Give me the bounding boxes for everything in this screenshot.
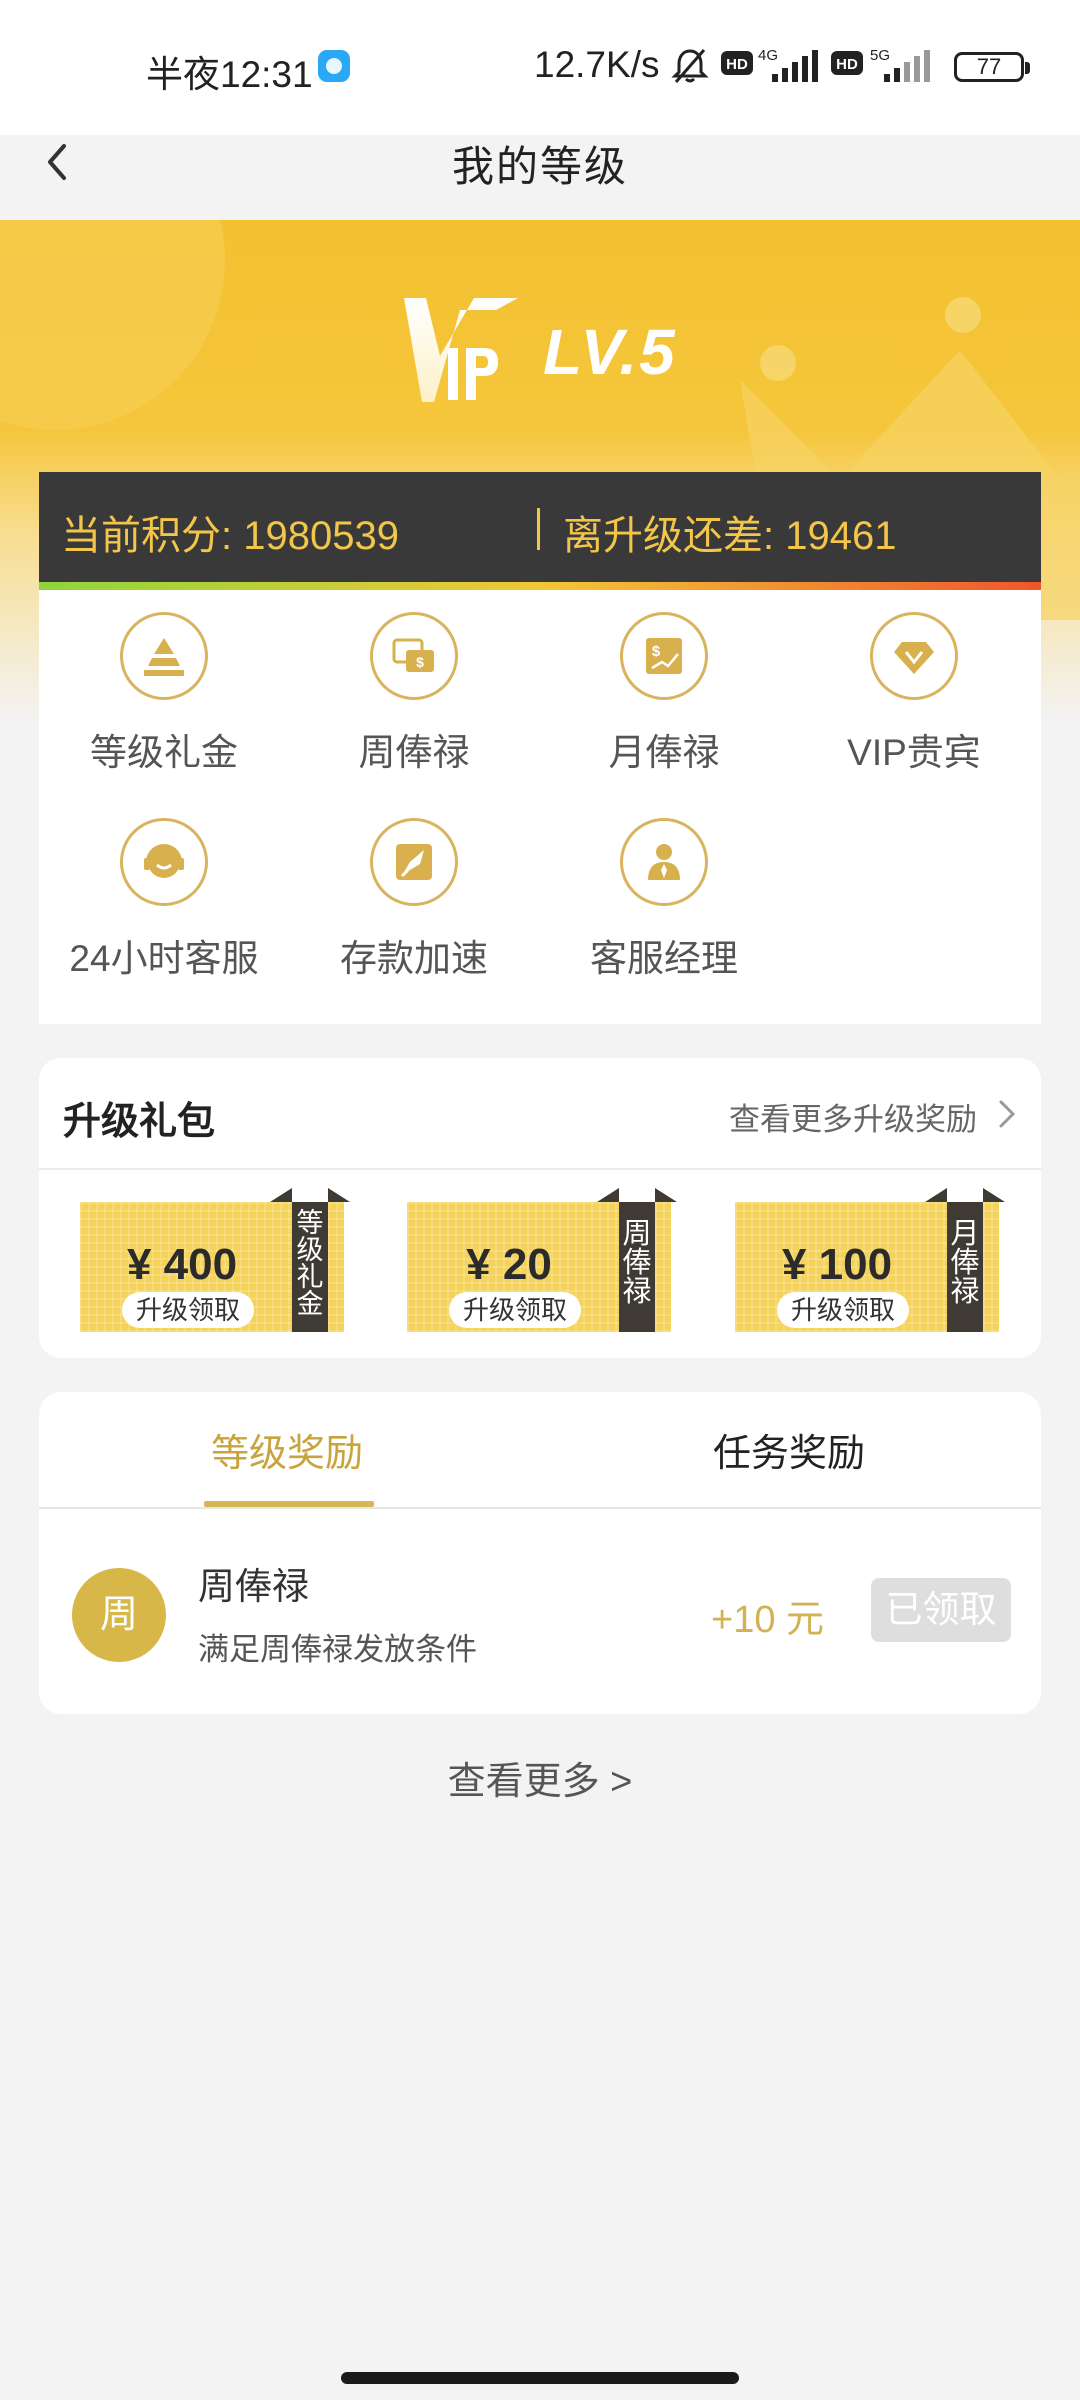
privilege-vip-guest[interactable]: VIP贵宾 xyxy=(789,612,1039,776)
network-speed: 12.7K/s xyxy=(534,44,660,85)
reward-name: 周俸禄 xyxy=(198,1566,309,1607)
signal-5g-icon: 5G xyxy=(870,47,930,82)
diamond-icon xyxy=(870,612,958,700)
privilege-24h-service[interactable]: 24小时客服 xyxy=(39,818,289,982)
rocket-icon xyxy=(370,818,458,906)
points-to-upgrade: 离升级还差: 19461 xyxy=(563,514,897,558)
divider xyxy=(39,1507,1041,1509)
svg-text:HD: HD xyxy=(836,56,858,73)
svg-text:$: $ xyxy=(652,643,661,660)
coupon-action: 升级领取 xyxy=(122,1292,254,1328)
svg-text:$: $ xyxy=(416,654,424,670)
signal-4g-icon: 4G xyxy=(758,47,818,82)
privilege-deposit-boost[interactable]: 存款加速 xyxy=(289,818,539,982)
privilege-weekly-salary[interactable]: $ 周俸禄 xyxy=(289,612,539,776)
coupon-action: 升级领取 xyxy=(777,1292,909,1328)
bell-muted-icon xyxy=(671,49,709,83)
home-indicator[interactable] xyxy=(341,2372,739,2384)
reward-description: 满足周俸禄发放条件 xyxy=(198,1632,477,1667)
app-notification-icon xyxy=(318,50,350,82)
rewards-card: 等级奖励 任务奖励 周 周俸禄 满足周俸禄发放条件 +10 元 已领取 xyxy=(39,1392,1041,1714)
tab-task-rewards[interactable]: 任务奖励 xyxy=(713,1422,865,1477)
privilege-level-bonus[interactable]: 等级礼金 xyxy=(39,612,289,776)
claimed-button[interactable]: 已领取 xyxy=(871,1578,1011,1642)
tab-level-rewards[interactable]: 等级奖励 xyxy=(211,1422,363,1477)
coupon-tag: 等级礼金 xyxy=(270,1188,350,1332)
chevron-right-icon[interactable] xyxy=(995,1096,1019,1132)
privilege-label: VIP贵宾 xyxy=(847,732,981,773)
battery-level: 77 xyxy=(976,54,1002,79)
hd-icon: HD xyxy=(831,51,863,75)
reward-avatar: 周 xyxy=(72,1568,166,1662)
coupon-card[interactable]: ¥ 100 升级领取 月俸禄 xyxy=(735,1188,1005,1332)
svg-text:5G: 5G xyxy=(870,47,890,64)
coupon-tag-text: 周俸禄 xyxy=(622,1218,652,1308)
vip-level: LV.5 xyxy=(543,316,677,388)
upgrade-gift-card: 升级礼包 查看更多升级奖励 ¥ 400 升级领取 等级礼金 ¥ 20 升级领取 … xyxy=(39,1058,1041,1358)
current-points: 当前积分: 1980539 xyxy=(61,514,399,558)
svg-text:HD: HD xyxy=(726,56,748,73)
privileges-card: 等级礼金 $ 周俸禄 $ 月俸禄 VIP贵宾 24小时客服 存款加速 客服经理 xyxy=(39,590,1041,1024)
privilege-label: 周俸禄 xyxy=(358,732,470,773)
coupon-action: 升级领取 xyxy=(449,1292,581,1328)
headset-icon xyxy=(120,818,208,906)
coupon-amount: ¥ 400 xyxy=(126,1240,238,1289)
coupon-tag: 月俸禄 xyxy=(925,1188,1005,1332)
privilege-label: 月俸禄 xyxy=(608,732,720,773)
coupon-card[interactable]: ¥ 20 升级领取 周俸禄 xyxy=(407,1188,677,1332)
points-bar: 当前积分: 1980539 离升级还差: 19461 xyxy=(39,472,1041,582)
see-more-link[interactable]: 查看更多 > xyxy=(0,1750,1080,1805)
coupon-tag: 周俸禄 xyxy=(597,1188,677,1332)
coupon-tag-text: 等级礼金 xyxy=(296,1208,324,1319)
vip-logo xyxy=(404,298,518,402)
more-upgrade-rewards-link[interactable]: 查看更多升级奖励 xyxy=(729,1094,977,1139)
privilege-label: 24小时客服 xyxy=(69,938,259,979)
manager-icon xyxy=(620,818,708,906)
privilege-label: 等级礼金 xyxy=(90,732,238,773)
divider xyxy=(39,1168,1041,1170)
battery-icon: 77 xyxy=(954,52,1030,82)
coupon-amount: ¥ 100 xyxy=(781,1240,893,1289)
money-card-icon: $ xyxy=(370,612,458,700)
coupon-amount: ¥ 20 xyxy=(466,1240,552,1289)
status-bar: 半夜12:31 12.7K/s HD 4G HD 5G 77 xyxy=(0,0,1080,135)
privilege-label: 存款加速 xyxy=(340,938,488,979)
divider xyxy=(537,508,540,550)
privilege-monthly-salary[interactable]: $ 月俸禄 xyxy=(539,612,789,776)
progress-gradient-bar xyxy=(39,582,1041,590)
pyramid-icon xyxy=(120,612,208,700)
svg-text:4G: 4G xyxy=(758,47,778,64)
hd-icon: HD xyxy=(721,51,753,75)
privilege-label: 客服经理 xyxy=(590,938,738,979)
privilege-account-manager[interactable]: 客服经理 xyxy=(539,818,789,982)
page-title: 我的等级 xyxy=(451,143,628,190)
coupon-tag-text: 月俸禄 xyxy=(950,1218,980,1308)
section-title: 升级礼包 xyxy=(63,1101,216,1143)
reward-amount: +10 元 xyxy=(711,1599,825,1641)
status-time: 半夜12:31 xyxy=(146,54,313,95)
dollar-chart-icon: $ xyxy=(620,612,708,700)
coupon-card[interactable]: ¥ 400 升级领取 等级礼金 xyxy=(80,1188,350,1332)
